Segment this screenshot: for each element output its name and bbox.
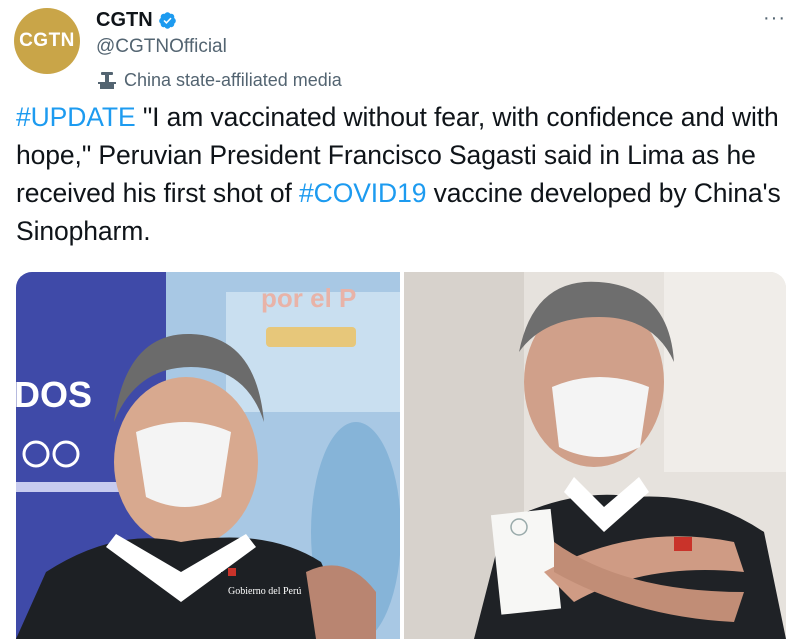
hashtag-update[interactable]: #UPDATE <box>16 102 136 132</box>
avatar-logo-text: CGTN <box>19 30 75 51</box>
tweet-text: #UPDATE "I am vaccinated without fear, w… <box>16 98 788 250</box>
avatar[interactable]: CGTN <box>14 8 80 74</box>
name-row: CGTN <box>96 8 177 32</box>
podium-icon <box>96 70 118 90</box>
display-name[interactable]: CGTN <box>96 8 153 32</box>
tweet-photo-right[interactable] <box>404 272 786 639</box>
verified-badge-icon <box>158 11 177 30</box>
more-options-icon[interactable]: ··· <box>763 8 786 28</box>
affiliation-text: China state-affiliated media <box>124 70 342 90</box>
badge-text: Gobierno del Perú <box>228 586 301 597</box>
banner-text-por: por el P <box>261 283 356 313</box>
photo-left-illustration: por el P DOS Gobierno del Perú <box>16 272 400 639</box>
banner-text-dos: DOS <box>16 374 92 415</box>
hashtag-covid19[interactable]: #COVID19 <box>299 178 426 208</box>
handle[interactable]: @CGTNOfficial <box>96 35 227 59</box>
tweet-photo-left[interactable]: por el P DOS Gobierno del Perú <box>16 272 400 639</box>
affiliation-label[interactable]: China state-affiliated media <box>96 68 342 92</box>
photo-right-illustration <box>404 272 786 639</box>
